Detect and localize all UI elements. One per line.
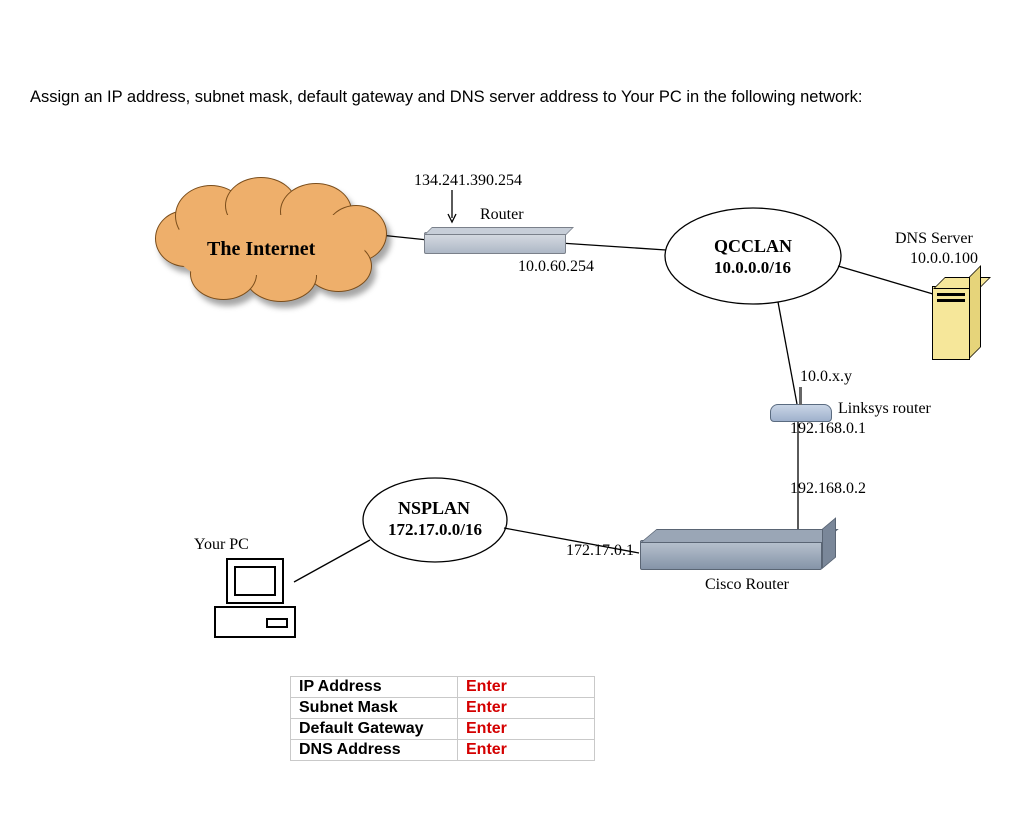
cfg-value[interactable]: Enter xyxy=(458,740,595,761)
cisco-ip-lan: 172.17.0.1 xyxy=(566,542,634,560)
linksys-label: Linksys router xyxy=(838,400,931,418)
linksys-ip-wan: 10.0.x.y xyxy=(800,368,852,386)
qcclan-cidr: 10.0.0.0/16 xyxy=(714,258,791,278)
table-row: IP Address Enter xyxy=(291,677,595,698)
router-label: Router xyxy=(480,206,524,224)
cisco-router-icon xyxy=(640,540,822,570)
cfg-label: Subnet Mask xyxy=(291,698,458,719)
config-table: IP Address Enter Subnet Mask Enter Defau… xyxy=(290,676,595,761)
router-ip-internal: 10.0.60.254 xyxy=(518,258,594,276)
dns-server-ip: 10.0.0.100 xyxy=(910,250,978,268)
cisco-label: Cisco Router xyxy=(705,576,789,594)
your-pc-label: Your PC xyxy=(194,536,249,554)
table-row: Default Gateway Enter xyxy=(291,719,595,740)
cisco-ip-wan: 192.168.0.2 xyxy=(790,480,866,498)
nsplan-name: NSPLAN xyxy=(398,498,470,519)
qcclan-name: QCCLAN xyxy=(714,236,792,257)
nsplan-cidr: 172.17.0.0/16 xyxy=(388,520,482,540)
cfg-value[interactable]: Enter xyxy=(458,719,595,740)
cfg-label: Default Gateway xyxy=(291,719,458,740)
cfg-label: IP Address xyxy=(291,677,458,698)
router-icon xyxy=(424,232,566,254)
dns-server-label: DNS Server xyxy=(895,230,973,248)
instruction-text: Assign an IP address, subnet mask, defau… xyxy=(30,88,1004,107)
linksys-ip-lan: 192.168.0.1 xyxy=(790,420,866,438)
cfg-value[interactable]: Enter xyxy=(458,698,595,719)
pc-icon xyxy=(214,558,294,643)
cfg-value[interactable]: Enter xyxy=(458,677,595,698)
router-ip-external: 134.241.390.254 xyxy=(414,172,522,190)
cfg-label: DNS Address xyxy=(291,740,458,761)
table-row: Subnet Mask Enter xyxy=(291,698,595,719)
dns-server-icon xyxy=(932,286,970,360)
internet-label: The Internet xyxy=(207,238,315,261)
table-row: DNS Address Enter xyxy=(291,740,595,761)
